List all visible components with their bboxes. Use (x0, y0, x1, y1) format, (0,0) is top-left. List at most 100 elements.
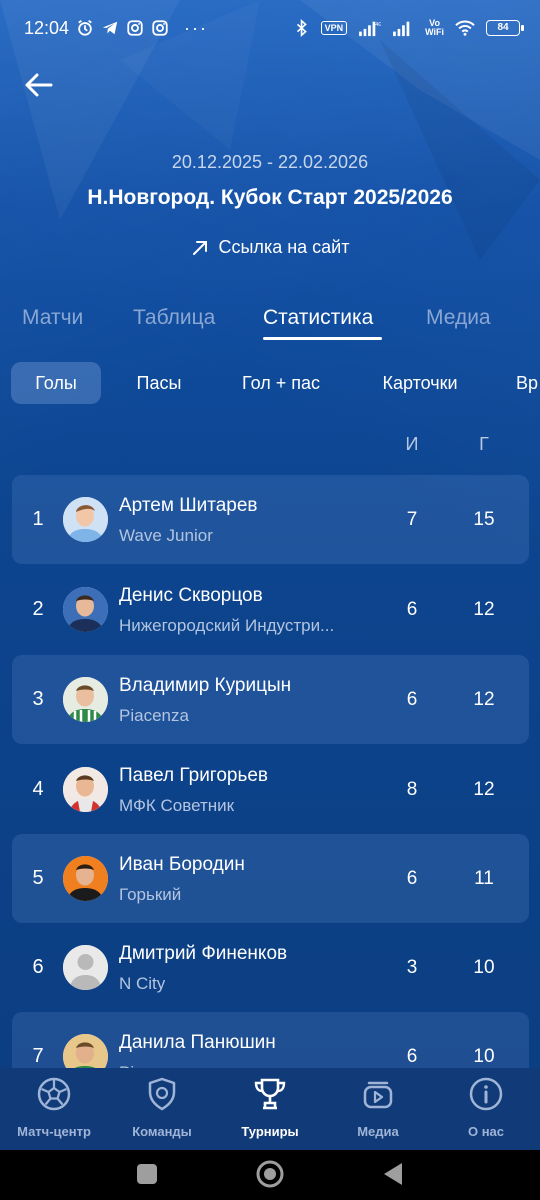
bluetooth-icon (296, 19, 307, 37)
recents-square-icon[interactable] (136, 1156, 158, 1194)
chip-assists[interactable]: Пасы (120, 362, 198, 404)
table-row[interactable]: 1 Артем Шитарев Wave Junior 7 15 (12, 475, 529, 564)
nav-teams[interactable]: Команды (108, 1076, 216, 1139)
player-name: Иван Бородин (119, 854, 245, 875)
active-tab-indicator (263, 337, 382, 340)
player-rank: 2 (32, 598, 44, 620)
table-row[interactable]: 2 Денис Скворцов Нижегородский Индустри.… (12, 565, 529, 654)
player-games: 6 (406, 868, 418, 889)
avatar (63, 767, 108, 812)
tab-matches[interactable]: Матчи (22, 306, 83, 330)
chip-cards[interactable]: Карточки (365, 362, 475, 404)
stat-filter-chips: Голы Пасы Гол + пас Карточки Вр (0, 362, 540, 406)
telegram-icon (102, 21, 118, 35)
player-rank: 4 (32, 778, 44, 800)
player-games: 3 (406, 957, 418, 978)
tournament-dates: 20.12.2025 - 22.02.2026 (171, 152, 369, 172)
status-left-icons: ··· (76, 19, 208, 37)
external-link-arrow-icon (192, 240, 207, 255)
nav-match-center[interactable]: Матч-центр (0, 1076, 108, 1139)
avatar (63, 497, 108, 542)
shield-icon (148, 1077, 176, 1111)
nav-label: Матч-центр (17, 1124, 91, 1139)
player-goals: 10 (473, 957, 495, 978)
avatar (63, 856, 108, 901)
chip-more[interactable]: Вр (516, 362, 540, 404)
column-header-games: И (405, 434, 419, 454)
site-link[interactable]: Ссылка на сайт (0, 237, 540, 258)
player-name: Артем Шитарев (119, 495, 258, 516)
instagram-icon (127, 20, 143, 36)
table-row[interactable]: 6 Дмитрий Финенков N City 3 10 (12, 923, 529, 1012)
player-rank: 1 (32, 508, 44, 530)
avatar (63, 677, 108, 722)
nav-media[interactable]: Медиа (324, 1076, 432, 1139)
home-circle-icon[interactable] (254, 1156, 286, 1194)
instagram-icon (152, 20, 168, 36)
signal-icon (393, 21, 410, 37)
player-rank: 3 (32, 688, 44, 710)
player-team: Горький (119, 885, 182, 904)
site-link-label: Ссылка на сайт (218, 237, 350, 257)
player-name: Павел Григорьев (119, 765, 269, 786)
player-goals: 12 (473, 599, 495, 620)
player-games: 8 (406, 779, 418, 800)
vowifi-bottom: WiFi (425, 27, 444, 37)
player-name: Денис Скворцов (119, 585, 263, 606)
avatar-placeholder (63, 945, 108, 990)
status-right-icons: VPN 4G VoWiFi 84 (293, 19, 524, 37)
nav-tournaments[interactable]: Турниры (216, 1076, 324, 1139)
player-name: Владимир Курицын (119, 675, 292, 696)
tab-media[interactable]: Медиа (426, 306, 491, 330)
nav-label: Команды (132, 1124, 192, 1139)
table-row[interactable]: 3 Владимир Курицын Piacenza 6 12 (12, 655, 529, 744)
info-icon (469, 1077, 503, 1111)
player-goals: 12 (473, 689, 495, 710)
nav-label: Турниры (241, 1124, 299, 1139)
more-notifications-icon: ··· (184, 18, 208, 38)
trophy-icon (254, 1078, 286, 1110)
battery-indicator: 84 (486, 20, 524, 36)
status-bar: 12:04 ··· VPN 4G VoWiFi 84 (0, 0, 540, 60)
nav-label: О нас (467, 1124, 505, 1139)
media-play-icon (363, 1081, 393, 1109)
tab-table[interactable]: Таблица (133, 306, 215, 330)
nav-label: Медиа (357, 1124, 399, 1139)
player-rank: 6 (32, 956, 44, 978)
chip-goals[interactable]: Голы (11, 362, 101, 404)
tab-statistics[interactable]: Статистика (263, 306, 373, 330)
back-triangle-icon[interactable] (382, 1156, 404, 1194)
signal-icon: 4G (359, 21, 381, 37)
column-header-goals: Г (479, 434, 489, 454)
player-name: Данила Панюшин (119, 1032, 276, 1053)
player-name: Дмитрий Финенков (119, 943, 288, 964)
player-team: Wave Junior (119, 526, 213, 545)
bottom-navigation: Матч-центр Команды Турниры Медиа О нас (0, 1068, 540, 1150)
vpn-badge: VPN (320, 21, 348, 35)
table-row[interactable]: 4 Павел Григорьев МФК Советник 8 12 (12, 745, 529, 834)
main-tabs: Матчи Таблица Статистика Медиа (0, 300, 540, 344)
nav-about[interactable]: О нас (432, 1076, 540, 1139)
player-team: МФК Советник (119, 796, 235, 815)
table-row[interactable]: 5 Иван Бородин Горький 6 11 (12, 834, 529, 923)
system-navigation-bar (0, 1150, 540, 1200)
chip-goal-plus-assist[interactable]: Гол + пас (226, 362, 336, 404)
alarm-icon (78, 20, 92, 36)
player-games: 6 (406, 689, 418, 710)
player-team: Piacenza (119, 706, 189, 725)
status-time: 12:04 (24, 18, 70, 38)
svg-text:4G: 4G (375, 22, 381, 28)
app-screen: 12:04 ··· VPN 4G VoWiFi 84 20.12.2025 - … (0, 0, 540, 1150)
player-team: N City (119, 974, 166, 993)
player-goals: 15 (473, 509, 495, 530)
soccer-ball-icon (37, 1077, 71, 1111)
back-arrow-icon[interactable] (22, 68, 56, 102)
wifi-icon (455, 20, 475, 36)
player-games: 7 (406, 509, 418, 530)
player-games: 6 (406, 599, 418, 620)
player-rank: 5 (32, 867, 44, 889)
player-goals: 12 (473, 779, 495, 800)
player-goals: 11 (474, 868, 494, 889)
tournament-title: Н.Новгород. Кубок Старт 2025/2026 (87, 186, 453, 209)
player-team: Нижегородский Индустри... (119, 616, 335, 635)
